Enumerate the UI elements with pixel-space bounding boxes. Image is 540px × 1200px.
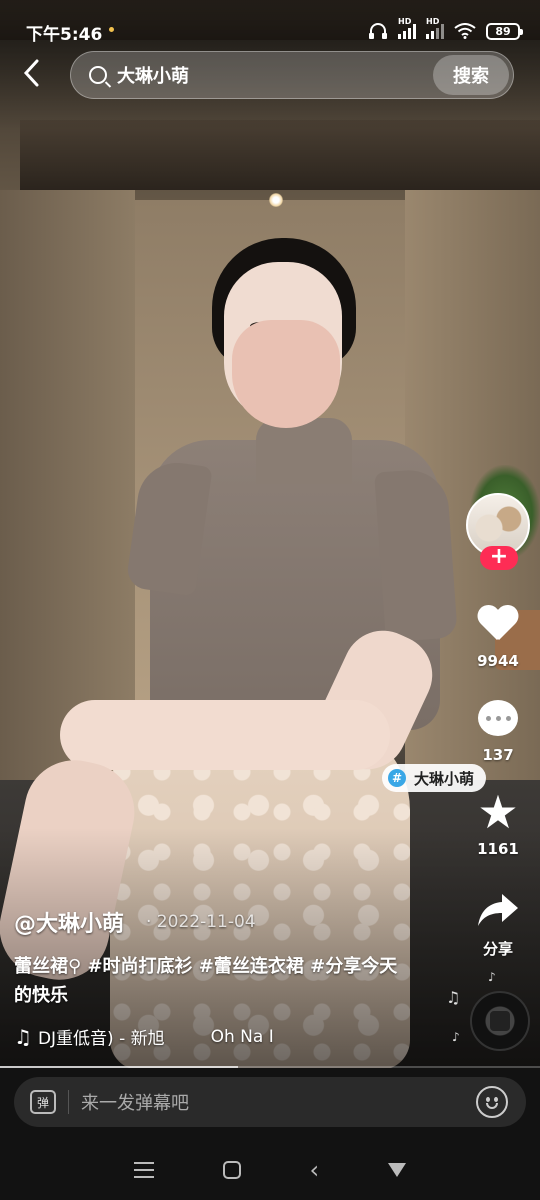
search-icon bbox=[89, 66, 107, 84]
danmaku-input[interactable]: 来一发弹幕吧 bbox=[81, 1089, 476, 1115]
star-icon: ★ bbox=[477, 785, 519, 839]
danmaku-input-bar[interactable]: 弹 来一发弹幕吧 bbox=[14, 1077, 526, 1127]
divider bbox=[68, 1090, 69, 1114]
topic-tag[interactable]: # 大琳小萌 bbox=[382, 764, 487, 792]
signal-icon: HD bbox=[426, 17, 444, 39]
video-description[interactable]: 蕾丝裙⚲ #时尚打底衫 #蕾丝连衣裙 #分享今天的快乐 bbox=[14, 952, 414, 1010]
sleeve-right bbox=[374, 467, 458, 643]
music-note-icon: ♪ bbox=[452, 1030, 460, 1044]
like-count: 9944 bbox=[477, 652, 519, 670]
hd-label: HD bbox=[426, 17, 440, 26]
topic-tag-label: 大琳小萌 bbox=[414, 769, 475, 788]
home-icon[interactable] bbox=[222, 1161, 241, 1179]
music-title: DJ重低音) - 新旭 bbox=[37, 1029, 165, 1049]
headphones-icon bbox=[369, 23, 387, 39]
comment-count: 137 bbox=[482, 746, 514, 764]
hd-label: HD bbox=[398, 17, 412, 26]
assistant-icon[interactable] bbox=[387, 1163, 406, 1177]
music-note-icon: ♪ bbox=[488, 970, 496, 984]
music-cover bbox=[490, 1011, 510, 1031]
search-input[interactable]: 大琳小萌 bbox=[117, 62, 433, 88]
back-icon[interactable]: ‹ bbox=[309, 1158, 319, 1182]
turtleneck-collar bbox=[256, 418, 352, 484]
music-note-icon: ♫ bbox=[14, 1024, 32, 1049]
author-name[interactable]: @大琳小萌 bbox=[14, 906, 124, 938]
share-arrow-icon bbox=[478, 894, 518, 926]
heart-icon bbox=[478, 606, 518, 642]
danmaku-toggle-icon[interactable]: 弹 bbox=[30, 1090, 56, 1114]
comment-button[interactable]: 137 bbox=[466, 692, 530, 764]
post-date: · 2022-11-04 bbox=[146, 912, 256, 932]
recent-apps-icon[interactable] bbox=[134, 1162, 155, 1178]
signal-icon: HD bbox=[398, 17, 416, 39]
share-label: 分享 bbox=[482, 940, 513, 958]
favorite-button[interactable]: ★ 1161 bbox=[466, 786, 530, 858]
battery-icon: 89 bbox=[486, 22, 523, 40]
playback-progress-fill bbox=[0, 1066, 238, 1068]
comment-icon bbox=[478, 700, 518, 736]
wifi-icon bbox=[454, 23, 476, 39]
face-mask bbox=[232, 320, 340, 428]
share-button[interactable]: 分享 bbox=[466, 884, 530, 959]
status-icons: HD HD 89 bbox=[368, 17, 523, 42]
system-nav-bar: ‹ bbox=[0, 1140, 540, 1200]
playback-progress[interactable] bbox=[0, 1066, 540, 1068]
forearm bbox=[60, 700, 390, 770]
like-button[interactable]: 9944 bbox=[466, 598, 530, 670]
notification-dot bbox=[109, 27, 114, 32]
back-arrow-icon[interactable] bbox=[22, 58, 52, 92]
search-button[interactable]: 搜索 bbox=[433, 55, 509, 95]
music-extra: Oh Na I bbox=[210, 1026, 274, 1047]
search-bar[interactable]: 大琳小萌 搜索 bbox=[70, 51, 514, 99]
follow-button[interactable]: + bbox=[480, 546, 518, 570]
status-time: 下午5:46 bbox=[26, 25, 103, 45]
emoji-icon[interactable] bbox=[476, 1086, 508, 1118]
favorite-count: 1161 bbox=[477, 840, 519, 858]
music-info[interactable]: ♫ DJ重低音) - 新旭 Oh Na I bbox=[14, 1024, 434, 1050]
music-note-icon: ♫ bbox=[446, 988, 461, 1007]
hashtag-icon: # bbox=[388, 769, 406, 787]
